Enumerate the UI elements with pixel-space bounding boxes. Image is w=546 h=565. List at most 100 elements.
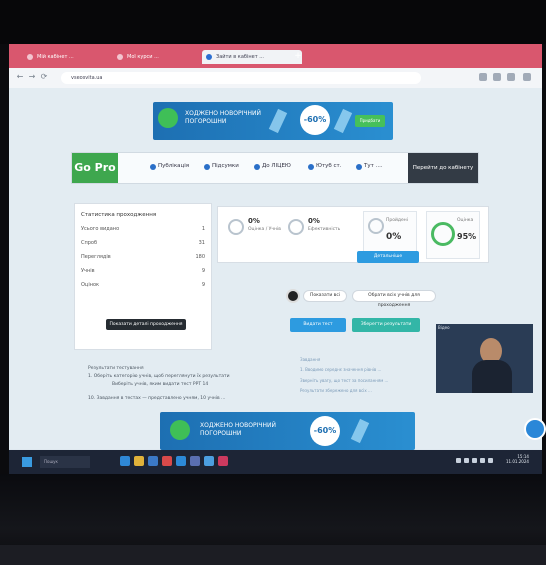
progress-ring-icon [368, 218, 384, 234]
stats-row: Переглядів 180 [81, 254, 205, 260]
video-player[interactable]: Відео [436, 324, 533, 393]
nav-item-5[interactable]: Тут .... [356, 163, 383, 170]
browser-tab-bar: Мій кабінет ... Мої курси ... Зайти в ка… [9, 44, 542, 68]
taskbar-edge-icon[interactable] [120, 456, 130, 466]
tab-favicon-icon [117, 54, 123, 60]
new-tab-plus-icon[interactable]: + [292, 50, 304, 62]
taskbar-app-icon[interactable] [162, 456, 172, 466]
tab-favicon-icon [206, 54, 212, 60]
reload-icon[interactable]: ⟳ [39, 72, 49, 82]
ad-text-line-1: ХОДЖЕНО НОВОРІЧНИЙ [185, 110, 261, 117]
stats-row-value: 9 [201, 268, 205, 274]
browser-tab-1[interactable]: Мій кабінет ... [23, 50, 119, 64]
tab-favicon-icon [27, 54, 33, 60]
stats-row-label: Оцінок [81, 282, 100, 288]
forward-arrow-icon[interactable]: → [27, 72, 37, 82]
ad-decoration [333, 108, 353, 134]
details-tooltip: Показати деталі проходження [106, 319, 186, 330]
stats-row: Спроб 31 [81, 240, 205, 246]
nav-item-3-label: До ЛІЦЕЮ [262, 163, 291, 169]
progress-ring-icon [228, 219, 244, 235]
ad-banner-top[interactable]: ХОДЖЕНО НОВОРІЧНИЙ ПОГОРОШНИ -60% Придба… [153, 102, 393, 140]
details-button[interactable]: Детальніше [357, 251, 419, 263]
address-bar: ← → ⟳ vseosvita.ua [9, 68, 542, 89]
ad-banner-bottom[interactable]: ХОДЖЕНО НОВОРІЧНИЙ ПОГОРОШНИ -60% [160, 412, 415, 450]
chat-fab-button[interactable] [524, 418, 546, 440]
taskbar-app-icon[interactable] [190, 456, 200, 466]
taskbar-app-icon[interactable] [218, 456, 228, 466]
stats-row-value: 180 [195, 254, 205, 260]
back-arrow-icon[interactable]: ← [15, 72, 25, 82]
volume-icon[interactable] [488, 458, 493, 463]
ad-text-line-1: ХОДЖЕНО НОВОРІЧНИЙ [200, 422, 276, 429]
task-line: 1. Вводимо середнє значення рівнів ... [300, 367, 382, 372]
show-all-toggle[interactable] [286, 289, 300, 303]
select-all-students-pill[interactable]: Обрати всіх учнів для проходження [352, 290, 436, 308]
taskbar-clock[interactable]: 15:14 11.01.2024 [506, 454, 529, 464]
nav-bullet-icon [356, 164, 362, 170]
ad-logo-icon [170, 420, 190, 440]
taskbar-app-icon[interactable] [176, 456, 186, 466]
taskbar-app-icon[interactable] [204, 456, 214, 466]
go-to-cabinet-button[interactable]: Перейти до кабінету [408, 153, 478, 183]
stat-1-value: 0% [248, 217, 260, 225]
url-input[interactable]: vseosvita.ua [61, 72, 421, 84]
nav-bullet-icon [204, 164, 210, 170]
ad-text-line-2: ПОГОРОШНИ [200, 430, 242, 437]
profile-icon[interactable] [507, 73, 515, 81]
tray-icon[interactable] [456, 458, 461, 463]
score-card: Оцінка 95% [426, 211, 480, 259]
stats-row-label: Переглядів [81, 254, 111, 260]
browser-tab-2[interactable]: Мої курси ... [113, 50, 209, 64]
extension-icon[interactable] [479, 73, 487, 81]
ad-text: ХОДЖЕНО НОВОРІЧНИЙ ПОГОРОШНИ [200, 422, 276, 438]
gopro-nav-bar: Go Pro Публікація Підсумки До ЛІЦЕЮ Ютуб… [71, 152, 479, 184]
taskbar-search-input[interactable]: Пошук [40, 456, 90, 468]
tray-icon[interactable] [472, 458, 477, 463]
stats-row-label: Усього видано [81, 226, 120, 232]
nav-item-2[interactable]: Підсумки [204, 163, 239, 170]
tray-icon[interactable] [464, 458, 469, 463]
passed-card-value: 0% [386, 232, 402, 242]
nav-item-4[interactable]: Ютуб ст. [308, 163, 342, 170]
score-ring-icon [431, 222, 455, 246]
tab-2-label: Мої курси ... [127, 54, 159, 60]
windows-start-icon[interactable] [22, 457, 32, 467]
ad-decoration [350, 418, 370, 444]
browser-tab-3-active[interactable]: Зайти в кабінет ... [202, 50, 302, 64]
results-line: Виберіть учнів, яким видати тест PPT 14 [112, 382, 209, 387]
passed-card-title: Пройдені [386, 218, 408, 223]
stats-row-label: Спроб [81, 240, 98, 246]
menu-dots-icon[interactable] [523, 73, 531, 81]
laptop-keyboard-edge [0, 545, 546, 565]
taskbar-folder-icon[interactable] [134, 456, 144, 466]
progress-ring-icon [288, 219, 304, 235]
issue-test-button[interactable]: Видати тест [290, 318, 346, 332]
nav-item-3[interactable]: До ЛІЦЕЮ [254, 163, 291, 170]
star-icon[interactable] [493, 73, 501, 81]
results-heading: Результати тестування [88, 366, 144, 371]
stats-summary-panel: 0% Оцінка / Учнів 0% Ефективність Пройде… [217, 206, 489, 263]
nav-item-1[interactable]: Публікація [150, 163, 189, 170]
task-heading: Завдання [300, 357, 321, 362]
stats-row-value: 9 [201, 282, 205, 288]
results-line: 10. Завдання в тестах — представлено учн… [88, 396, 226, 401]
wifi-icon[interactable] [480, 458, 485, 463]
gopro-button[interactable]: Go Pro [72, 153, 118, 183]
task-line: Результати збережено для всіх ... [300, 388, 372, 393]
taskbar-app-icon[interactable] [148, 456, 158, 466]
stats-row: Оцінок 9 [81, 282, 205, 288]
ad-discount-badge: -60% [310, 416, 340, 446]
ad-text: ХОДЖЕНО НОВОРІЧНИЙ ПОГОРОШНИ [185, 110, 261, 126]
ad-buy-button[interactable]: Придбати [355, 115, 385, 127]
stats-row-label: Учнів [81, 268, 95, 274]
laptop-bezel-top [0, 0, 546, 44]
stats-row-value: 31 [198, 240, 205, 246]
show-all-label[interactable]: Показати всі [303, 290, 347, 302]
results-line: 1. Оберіть категорію учнів, щоб переглян… [88, 374, 230, 379]
save-results-button[interactable]: Зберегти результати [352, 318, 420, 332]
ad-text-line-2: ПОГОРОШНИ [185, 118, 227, 125]
score-card-title: Оцінка [457, 218, 474, 223]
tab-1-label: Мій кабінет ... [37, 54, 74, 60]
stats-row-value: 1 [201, 226, 205, 232]
